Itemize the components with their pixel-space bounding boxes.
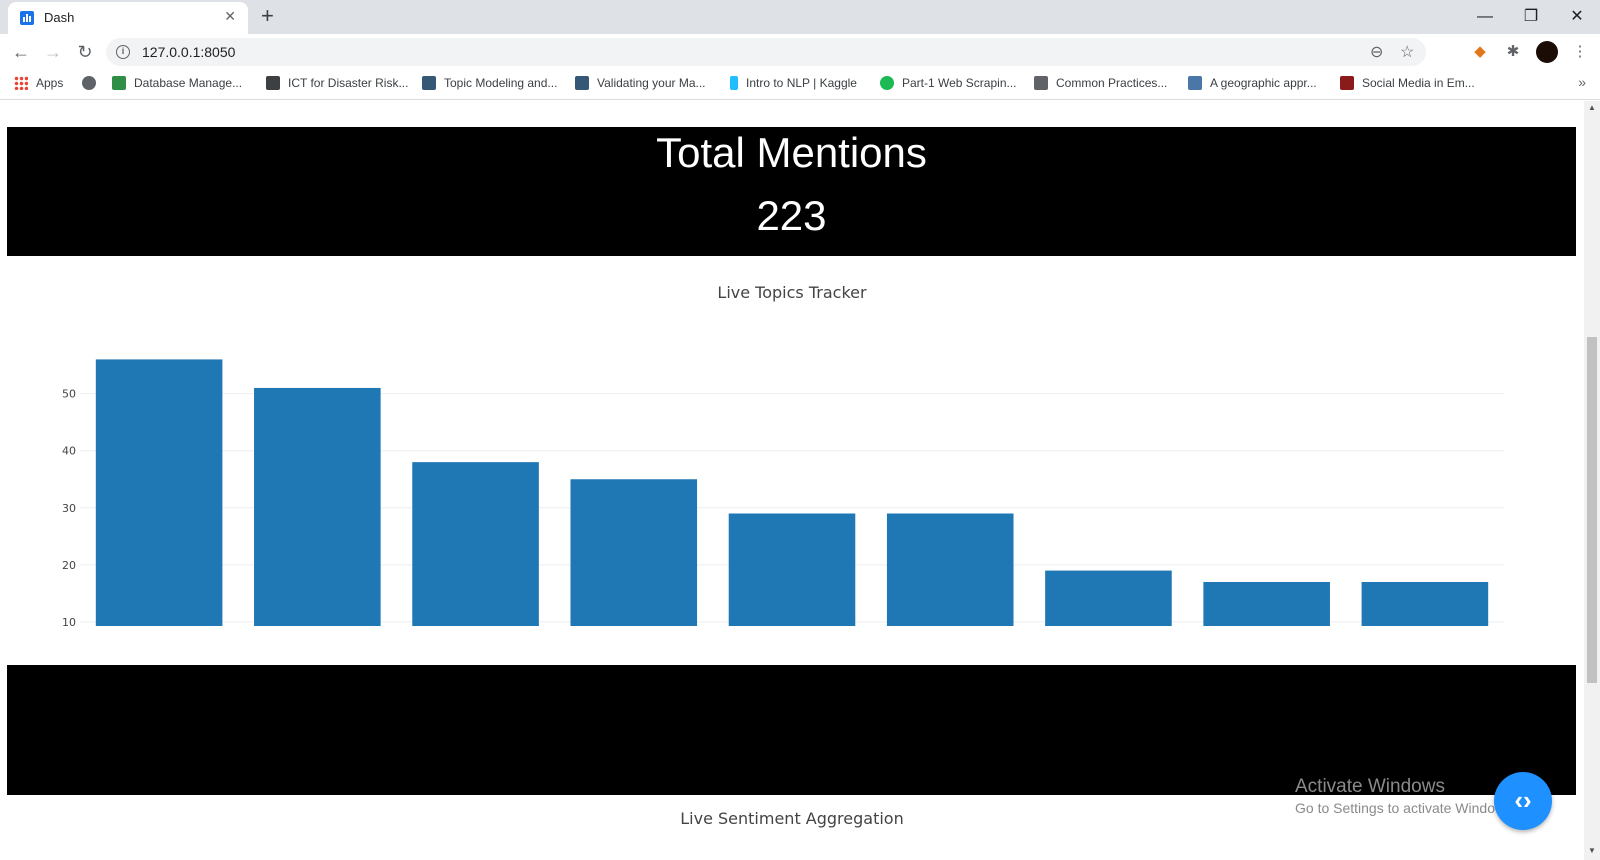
y-tick-label: 30 bbox=[62, 502, 76, 515]
bookmark-geographic[interactable]: A geographic appr... bbox=[1188, 76, 1317, 94]
page-viewport: Total Mentions 223 Live Topics Tracker 0… bbox=[0, 101, 1584, 860]
y-tick-label: 50 bbox=[62, 388, 76, 401]
topics-chart-title: Live Topics Tracker bbox=[717, 283, 867, 302]
menu-kebab-icon[interactable]: ⋮ bbox=[1570, 42, 1590, 62]
ship-icon bbox=[1188, 76, 1202, 90]
minimize-button[interactable]: — bbox=[1462, 3, 1508, 31]
bookmark-star-icon[interactable]: ☆ bbox=[1400, 42, 1414, 62]
apps-grid-icon bbox=[14, 76, 28, 90]
close-window-button[interactable]: ✕ bbox=[1554, 3, 1600, 31]
bar-fires[interactable] bbox=[95, 359, 223, 626]
bookmarks-bar: Apps Database Manage... ICT for Disaster… bbox=[0, 70, 1600, 100]
kaggle-icon bbox=[730, 76, 738, 90]
bookmark-validating[interactable]: Validating your Ma... bbox=[575, 76, 706, 94]
metamask-extension-icon[interactable]: ◆ bbox=[1470, 42, 1490, 62]
browser-tab[interactable]: Dash ✕ bbox=[8, 2, 248, 34]
bookmark-globe[interactable] bbox=[82, 76, 104, 94]
bar-antifa[interactable] bbox=[1361, 581, 1489, 626]
new-tab-button[interactable]: + bbox=[261, 3, 274, 29]
forward-arrow-icon[interactable]: → bbox=[40, 39, 66, 65]
topics-bar-chart[interactable]: 01020304050firescaliforniaclimatechanger… bbox=[0, 306, 1584, 626]
tab-close-icon[interactable]: ✕ bbox=[224, 8, 236, 25]
total-mentions-card: Total Mentions 223 bbox=[7, 127, 1576, 256]
scroll-up-icon[interactable]: ▲ bbox=[1588, 103, 1596, 112]
gfg-icon bbox=[112, 76, 126, 90]
watermark-line1: Activate Windows bbox=[1295, 776, 1445, 797]
address-bar[interactable]: i 127.0.0.1:8050 ⊖ ☆ bbox=[106, 38, 1426, 66]
zoom-icon[interactable]: ⊖ bbox=[1370, 42, 1383, 62]
total-mentions-count: 223 bbox=[756, 192, 827, 239]
reload-icon[interactable]: ↻ bbox=[72, 39, 98, 65]
tds-icon bbox=[575, 76, 589, 90]
bookmark-kaggle[interactable]: Intro to NLP | Kaggle bbox=[730, 76, 857, 94]
bar-change[interactable] bbox=[570, 479, 698, 626]
url-text[interactable]: 127.0.0.1:8050 bbox=[142, 44, 235, 60]
bookmarks-overflow-icon[interactable]: » bbox=[1578, 74, 1586, 90]
dash-favicon-icon bbox=[20, 11, 34, 25]
y-tick-label: 10 bbox=[62, 616, 76, 626]
bar-climate[interactable] bbox=[412, 462, 539, 626]
bar-fire[interactable] bbox=[1045, 570, 1172, 626]
page-scrollbar[interactable]: ▲ ▼ bbox=[1584, 101, 1600, 860]
bookmark-database[interactable]: Database Manage... bbox=[112, 76, 242, 94]
extensions-puzzle-icon[interactable]: ✱ bbox=[1503, 42, 1523, 62]
restore-button[interactable]: ❐ bbox=[1508, 3, 1554, 31]
book-icon bbox=[1034, 76, 1048, 90]
browser-toolbar: ← → ↻ i 127.0.0.1:8050 ⊖ ☆ ◆ ✱ ⋮ bbox=[0, 34, 1600, 70]
back-arrow-icon[interactable]: ← bbox=[8, 39, 34, 65]
globe-icon bbox=[82, 76, 96, 90]
profile-avatar[interactable] bbox=[1536, 41, 1558, 63]
tds-icon bbox=[422, 76, 436, 90]
medium-icon bbox=[880, 76, 894, 90]
y-tick-label: 40 bbox=[62, 445, 76, 458]
elsevier-icon bbox=[1340, 76, 1354, 90]
bookmark-ict[interactable]: ICT for Disaster Risk... bbox=[266, 76, 408, 94]
bar-california[interactable] bbox=[254, 387, 381, 626]
watermark-line2: Go to Settings to activate Windows. bbox=[1295, 800, 1516, 816]
scroll-thumb[interactable] bbox=[1587, 337, 1597, 683]
bookmark-apps[interactable]: Apps bbox=[14, 76, 63, 94]
tab-strip: Dash ✕ + — ❐ ✕ bbox=[0, 0, 1600, 34]
activate-windows-watermark: Activate Windows Go to Settings to activ… bbox=[1295, 776, 1516, 816]
document-icon bbox=[266, 76, 280, 90]
bar-people[interactable] bbox=[1203, 581, 1330, 626]
total-mentions-title: Total Mentions bbox=[656, 129, 927, 176]
y-tick-label: 20 bbox=[62, 559, 76, 572]
bookmark-social-media[interactable]: Social Media in Em... bbox=[1340, 76, 1475, 94]
tab-title: Dash bbox=[44, 10, 75, 25]
bookmark-common-practices[interactable]: Common Practices... bbox=[1034, 76, 1167, 94]
bar-wildfires[interactable] bbox=[886, 513, 1014, 627]
site-info-icon[interactable]: i bbox=[116, 45, 130, 59]
bookmark-web-scraping[interactable]: Part-1 Web Scrapin... bbox=[880, 76, 1017, 94]
scroll-down-icon[interactable]: ▼ bbox=[1588, 846, 1596, 855]
bookmark-topic-modeling[interactable]: Topic Modeling and... bbox=[422, 76, 557, 94]
code-toggle-button[interactable]: ‹› bbox=[1494, 772, 1552, 830]
bar-realjameswoods[interactable] bbox=[728, 513, 856, 627]
